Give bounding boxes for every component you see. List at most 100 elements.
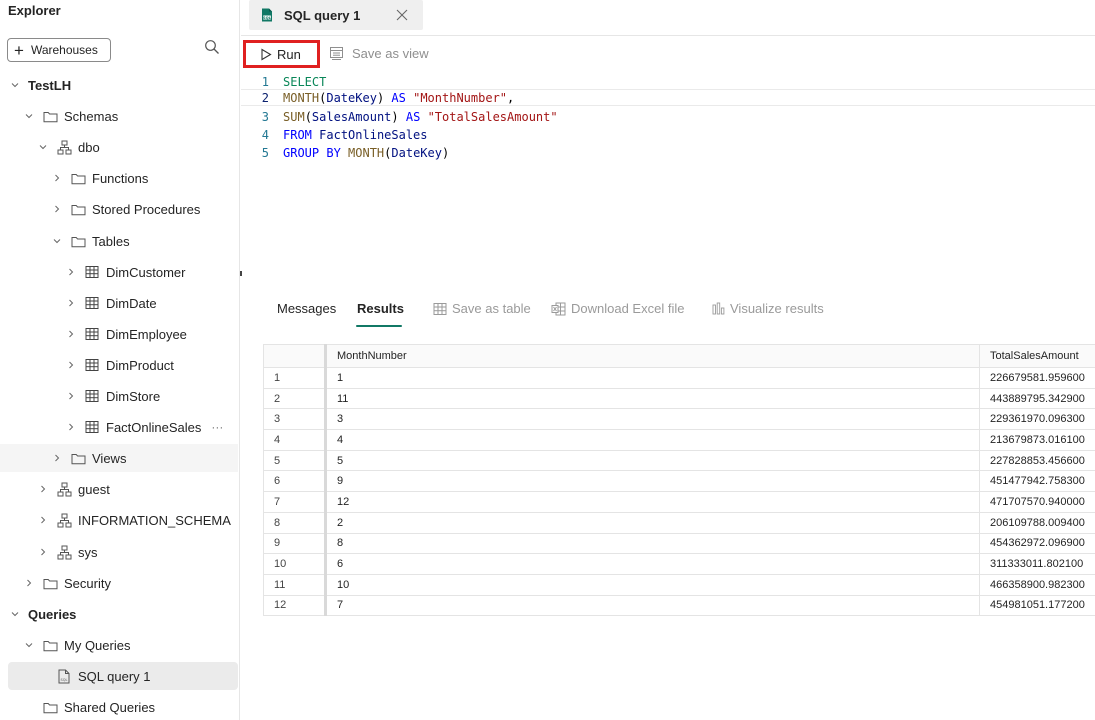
close-icon[interactable] [394, 7, 410, 23]
chevron-right-icon[interactable] [36, 547, 50, 557]
row-index[interactable]: 7 [263, 491, 327, 513]
run-button[interactable]: Run [243, 40, 320, 68]
tree-item-shared-queries[interactable]: Shared Queries [0, 693, 238, 720]
chevron-right-icon[interactable] [64, 298, 78, 308]
results-grid[interactable]: MonthNumber TotalSalesAmount 1 1 226679581… [263, 344, 1095, 617]
cell-totalsalesamount[interactable]: 206109788.009400 [979, 512, 1095, 534]
cell-monthnumber[interactable]: 4 [325, 429, 980, 451]
code-line[interactable]: 3 SUM(SalesAmount) AS "TotalSalesAmount" [241, 108, 1095, 125]
cell-totalsalesamount[interactable]: 226679581.959600 [979, 367, 1095, 389]
chevron-right-icon[interactable] [64, 329, 78, 339]
cell-totalsalesamount[interactable]: 443889795.342900 [979, 388, 1095, 410]
tab-messages[interactable]: Messages [277, 301, 336, 316]
cell-totalsalesamount[interactable]: 451477942.758300 [979, 470, 1095, 493]
tree-item-dimdate[interactable]: DimDate [0, 289, 238, 317]
cell-totalsalesamount[interactable]: 227828853.456600 [979, 450, 1095, 472]
table-row[interactable]: 1 1 226679581.959600 [263, 367, 1095, 389]
tree-item-tables[interactable]: Tables [0, 227, 238, 255]
table-row[interactable]: 4 4 213679873.016100 [263, 429, 1095, 451]
column-header-monthnumber[interactable]: MonthNumber [325, 344, 980, 368]
search-icon[interactable] [204, 39, 220, 55]
row-index[interactable]: 1 [263, 367, 327, 389]
tree-item-dimemployee[interactable]: DimEmployee [0, 320, 238, 348]
pane-splitter[interactable] [240, 271, 242, 276]
chevron-down-icon[interactable] [50, 236, 64, 246]
column-header-totalsalesamount[interactable]: TotalSalesAmount [979, 344, 1095, 368]
chevron-down-icon[interactable] [36, 142, 50, 152]
row-index[interactable]: 5 [263, 450, 327, 472]
row-index[interactable]: 2 [263, 388, 327, 410]
cell-monthnumber[interactable]: 6 [325, 553, 980, 575]
tree-item-dimstore[interactable]: DimStore [0, 382, 238, 410]
table-row[interactable]: 3 3 229361970.096300 [263, 408, 1095, 431]
table-row[interactable]: 11 10 466358900.982300 [263, 574, 1095, 596]
chevron-down-icon[interactable] [8, 609, 22, 619]
cell-monthnumber[interactable]: 2 [325, 512, 980, 534]
table-row[interactable]: 12 7 454981051.177200 [263, 595, 1095, 617]
save-as-view-button[interactable]: Save as view [329, 46, 429, 61]
row-index[interactable]: 10 [263, 553, 327, 575]
visualize-results-button[interactable]: Visualize results [712, 301, 824, 316]
tree-item-schemas[interactable]: Schemas [0, 102, 238, 130]
chevron-right-icon[interactable] [50, 173, 64, 183]
tree-item-information-schema[interactable]: INFORMATION_SCHEMA [0, 506, 238, 534]
tree-item-stored-procedures[interactable]: Stored Procedures [0, 195, 238, 223]
cell-totalsalesamount[interactable]: 471707570.940000 [979, 491, 1095, 513]
chevron-down-icon[interactable] [22, 111, 36, 121]
tree-item-queries[interactable]: Queries [0, 600, 238, 628]
cell-totalsalesamount[interactable]: 311333011.802100 [979, 553, 1095, 575]
tree-item-dimcustomer[interactable]: DimCustomer [0, 258, 238, 286]
row-index[interactable]: 9 [263, 533, 327, 555]
chevron-right-icon[interactable] [36, 484, 50, 494]
cell-monthnumber[interactable]: 7 [325, 595, 980, 617]
tab-sql-query-1[interactable]: SQL SQL query 1 [249, 0, 423, 30]
tree-item-my-queries[interactable]: My Queries [0, 631, 238, 659]
tree-item-dimproduct[interactable]: DimProduct [0, 351, 238, 379]
cell-monthnumber[interactable]: 8 [325, 533, 980, 555]
row-index[interactable]: 11 [263, 574, 327, 596]
chevron-right-icon[interactable] [64, 422, 78, 432]
tree-item-testlh[interactable]: TestLH [0, 71, 238, 99]
cell-monthnumber[interactable]: 3 [325, 408, 980, 431]
tree-item-functions[interactable]: Functions [0, 164, 238, 192]
chevron-right-icon[interactable] [64, 360, 78, 370]
row-index[interactable]: 4 [263, 429, 327, 451]
cell-totalsalesamount[interactable]: 229361970.096300 [979, 408, 1095, 431]
tree-item-guest[interactable]: guest [0, 475, 238, 503]
row-index[interactable]: 3 [263, 408, 327, 431]
download-excel-button[interactable]: Download Excel file [551, 301, 684, 316]
cell-monthnumber[interactable]: 10 [325, 574, 980, 596]
cell-monthnumber[interactable]: 9 [325, 470, 980, 493]
chevron-right-icon[interactable] [64, 267, 78, 277]
table-row[interactable]: 8 2 206109788.009400 [263, 512, 1095, 534]
cell-monthnumber[interactable]: 12 [325, 491, 980, 513]
cell-totalsalesamount[interactable]: 466358900.982300 [979, 574, 1095, 596]
chevron-right-icon[interactable] [64, 391, 78, 401]
table-row[interactable]: 6 9 451477942.758300 [263, 470, 1095, 493]
chevron-down-icon[interactable] [22, 640, 36, 650]
tree-item-factonlinesales[interactable]: FactOnlineSales ··· [0, 413, 238, 441]
tree-item-sys[interactable]: sys [0, 538, 238, 566]
cell-totalsalesamount[interactable]: 454981051.177200 [979, 595, 1095, 617]
row-index[interactable]: 12 [263, 595, 327, 617]
cell-totalsalesamount[interactable]: 213679873.016100 [979, 429, 1095, 451]
table-row[interactable]: 7 12 471707570.940000 [263, 491, 1095, 513]
table-row[interactable]: 9 8 454362972.096900 [263, 533, 1095, 555]
row-index[interactable]: 8 [263, 512, 327, 534]
tab-results[interactable]: Results [357, 301, 404, 316]
code-line-active[interactable]: 2 MONTH(DateKey) AS "MonthNumber", [241, 89, 1095, 106]
code-line[interactable]: 5 GROUP BY MONTH(DateKey) [241, 144, 1095, 161]
table-row[interactable]: 5 5 227828853.456600 [263, 450, 1095, 472]
row-index[interactable]: 6 [263, 470, 327, 493]
tree-item-dbo[interactable]: dbo [0, 133, 238, 161]
chevron-right-icon[interactable] [36, 515, 50, 525]
add-warehouses-button[interactable]: + Warehouses [7, 38, 111, 62]
code-line[interactable]: 4 FROM FactOnlineSales [241, 126, 1095, 143]
table-row[interactable]: 2 11 443889795.342900 [263, 388, 1095, 410]
tree-item-security[interactable]: Security [0, 569, 238, 597]
chevron-right-icon[interactable] [50, 204, 64, 214]
cell-totalsalesamount[interactable]: 454362972.096900 [979, 533, 1095, 555]
tree-item-sql-query-1[interactable]: SQL SQL query 1 [8, 662, 238, 690]
cell-monthnumber[interactable]: 1 [325, 367, 980, 389]
more-options-icon[interactable]: ··· [211, 420, 223, 434]
